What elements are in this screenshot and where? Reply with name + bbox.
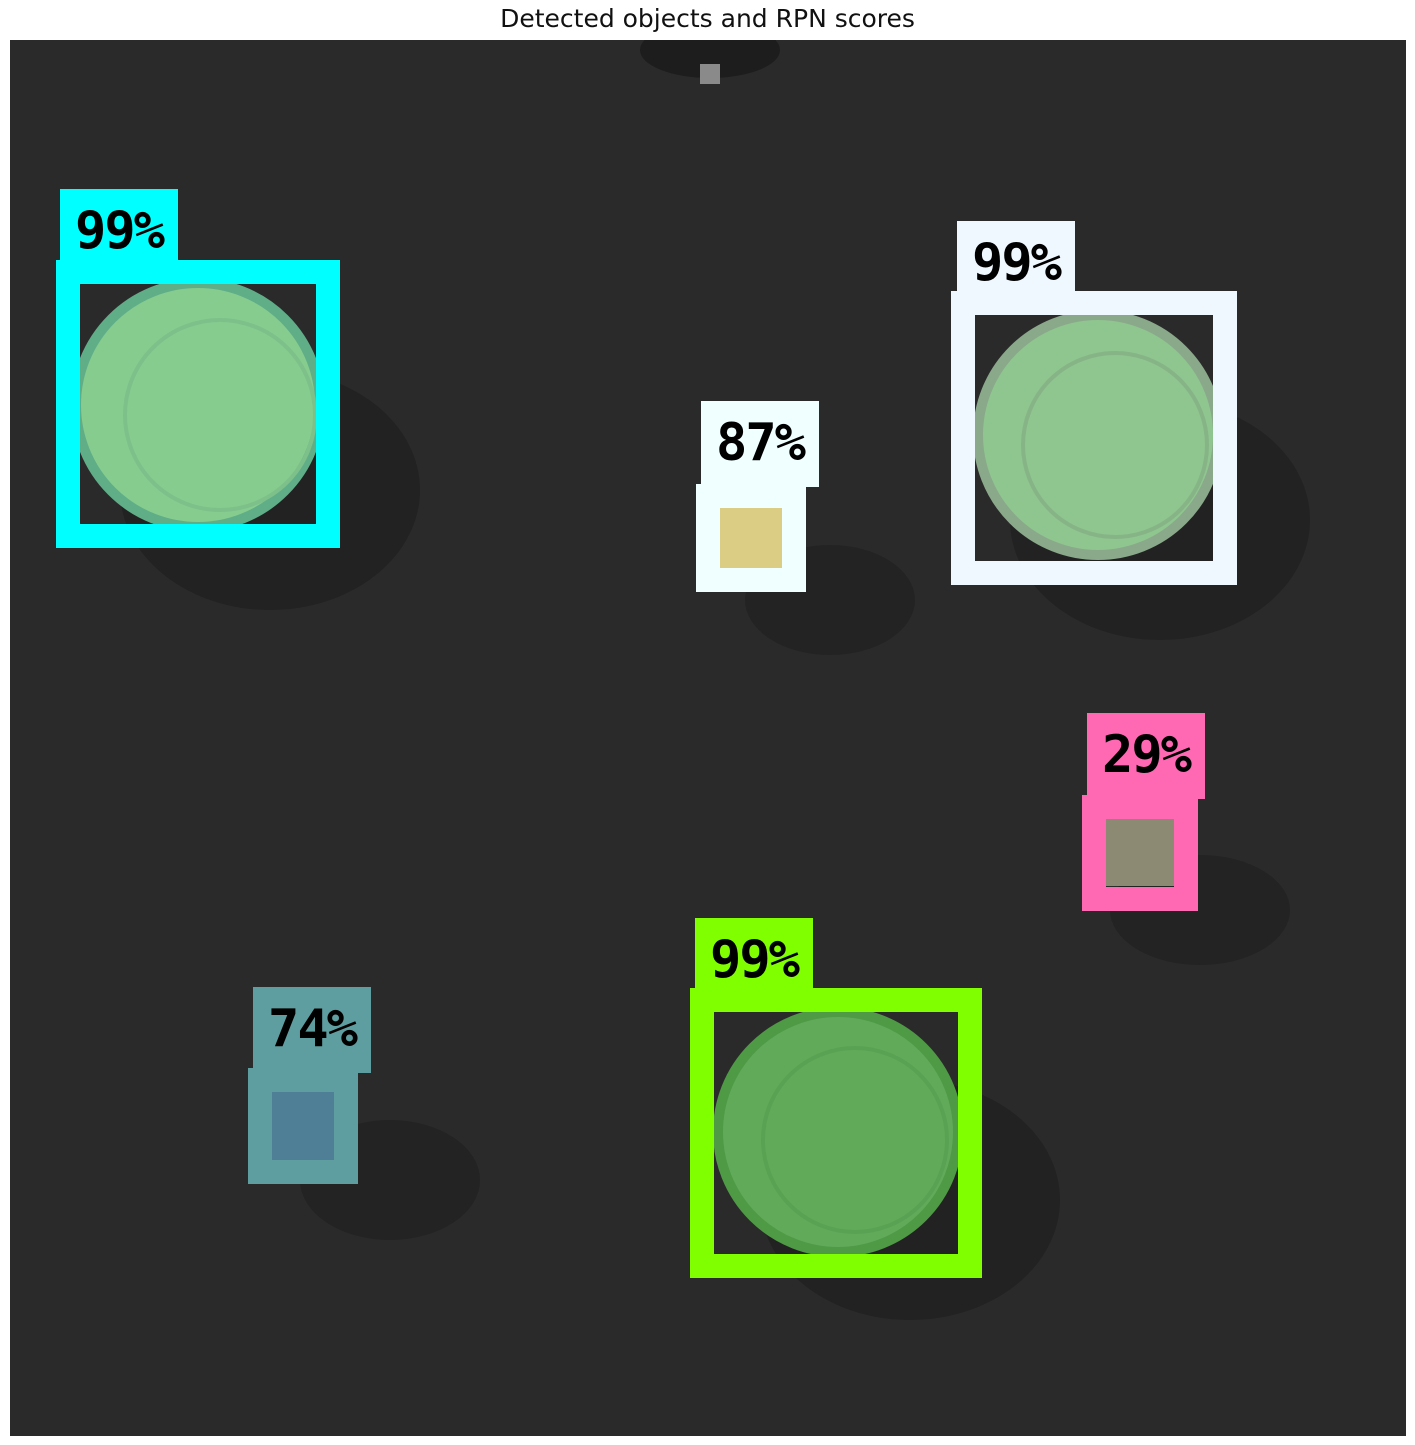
detection-box [56,260,340,548]
detection-box [248,1068,358,1184]
score-label: 99% [695,918,813,998]
partial-object-highlight [700,64,720,84]
score-label: 87% [701,401,819,487]
figure-title: Detected objects and RPN scores [500,4,915,33]
detection-box [696,484,806,592]
score-label: 29% [1087,713,1205,799]
score-label: 99% [60,189,178,269]
score-label: 74% [253,987,371,1073]
detection-box [951,291,1237,585]
score-label: 99% [957,221,1075,301]
detection-box [1082,795,1198,911]
detection-box [690,988,982,1278]
detection-image: 99% 87% 99% 29% 99% 74% [10,40,1406,1436]
